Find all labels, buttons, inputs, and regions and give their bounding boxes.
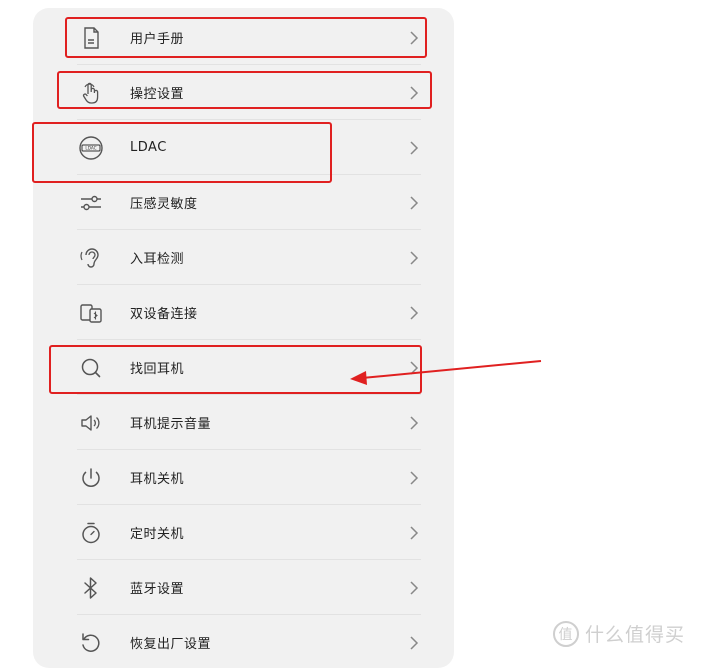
chevron-right-icon (407, 304, 421, 322)
divider (77, 284, 421, 285)
divider (77, 614, 421, 615)
highlight-box-user-manual (65, 17, 427, 58)
power-icon (78, 465, 104, 491)
dual-device-icon (78, 300, 104, 326)
menu-item-pressure-sensitivity[interactable]: 压感灵敏度 (33, 175, 454, 230)
watermark-logo-icon: 值 (553, 620, 579, 647)
bluetooth-icon (78, 575, 104, 601)
menu-item-bluetooth[interactable]: 蓝牙设置 (33, 560, 454, 615)
highlight-box-find-earphones (49, 345, 422, 394)
menu-item-label: 入耳检测 (130, 252, 185, 267)
menu-item-dual-device[interactable]: 双设备连接 (33, 285, 454, 340)
divider (77, 449, 421, 450)
menu-item-label: 耳机关机 (130, 472, 185, 487)
menu-item-label: 双设备连接 (130, 307, 198, 322)
reset-icon (78, 630, 104, 656)
highlight-box-ldac (32, 122, 332, 183)
menu-item-power-off[interactable]: 耳机关机 (33, 450, 454, 505)
divider (77, 229, 421, 230)
ear-icon (78, 245, 104, 271)
divider (77, 559, 421, 560)
watermark: 值 什么值得买 (553, 620, 685, 647)
menu-item-label: 压感灵敏度 (130, 197, 198, 212)
chevron-right-icon (407, 524, 421, 542)
divider (77, 394, 421, 395)
menu-item-timed-shutdown[interactable]: 定时关机 (33, 505, 454, 560)
menu-item-label: 蓝牙设置 (130, 582, 185, 597)
chevron-right-icon (407, 634, 421, 652)
chevron-right-icon (407, 414, 421, 432)
chevron-right-icon (407, 139, 421, 157)
divider (77, 119, 421, 120)
chevron-right-icon (407, 194, 421, 212)
menu-item-label: 耳机提示音量 (130, 417, 212, 432)
menu-item-label: 恢复出厂设置 (130, 637, 212, 652)
menu-item-in-ear-detection[interactable]: 入耳检测 (33, 230, 454, 285)
divider (77, 339, 421, 340)
chevron-right-icon (407, 579, 421, 597)
sliders-icon (78, 190, 104, 216)
divider (77, 504, 421, 505)
timer-icon (78, 520, 104, 546)
chevron-right-icon (407, 469, 421, 487)
menu-item-prompt-volume[interactable]: 耳机提示音量 (33, 395, 454, 450)
watermark-logo-glyph: 值 (558, 626, 574, 643)
chevron-right-icon (407, 249, 421, 267)
highlight-box-control-settings (57, 71, 432, 109)
speaker-volume-icon (78, 410, 104, 436)
divider (77, 64, 421, 65)
menu-item-label: 定时关机 (130, 527, 185, 542)
watermark-text: 什么值得买 (585, 624, 686, 646)
